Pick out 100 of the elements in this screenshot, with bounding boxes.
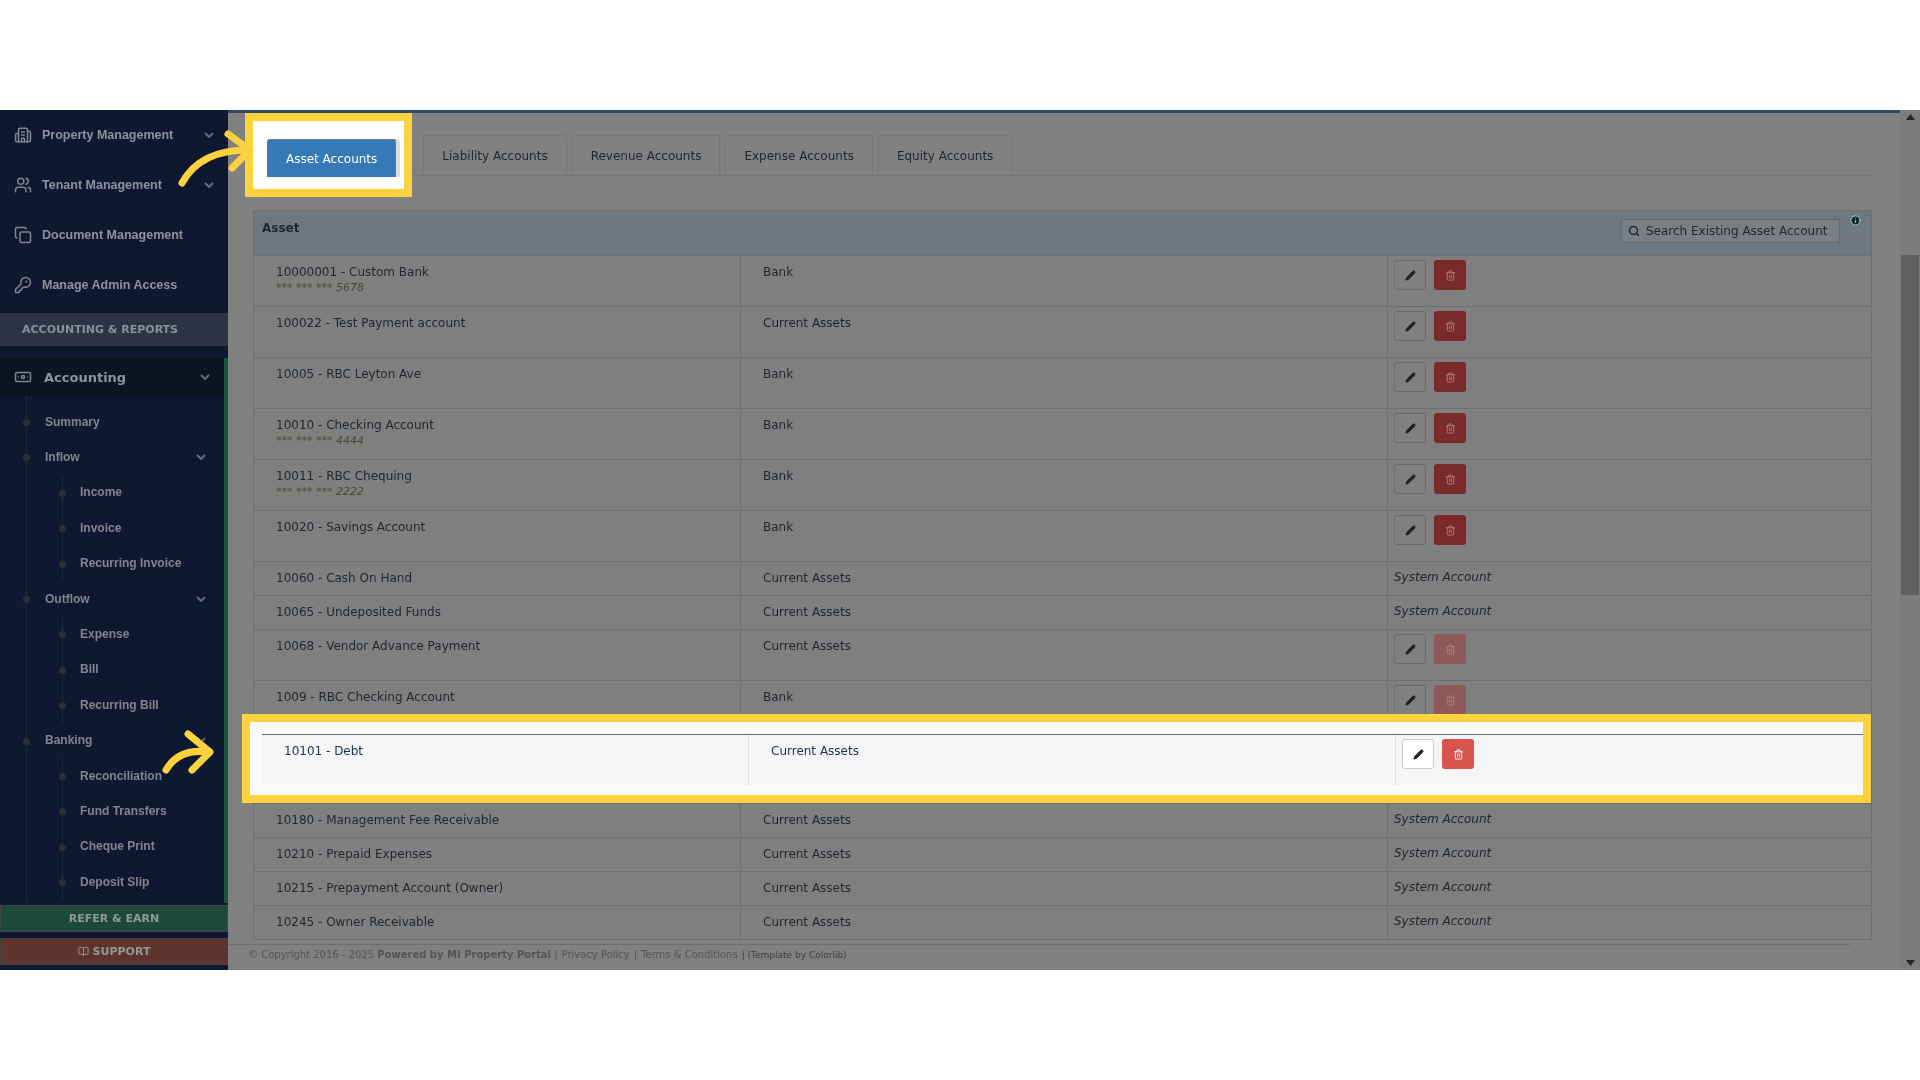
support-button[interactable]: SUPPORT [0, 938, 228, 966]
trash-icon [1444, 694, 1456, 706]
trash-icon [1444, 524, 1456, 536]
trash-icon [1444, 269, 1456, 281]
pencil-icon [1404, 269, 1416, 281]
sidebar-item[interactable]: Reconciliation [0, 757, 224, 794]
account-type: Bank [763, 520, 795, 534]
pencil-icon [1404, 694, 1416, 706]
sidebar-item[interactable]: Cheque Print [0, 828, 224, 865]
menu-icon [14, 176, 32, 194]
account-name: 10245 - Owner Receivable [276, 915, 436, 929]
scroll-up-icon [1905, 114, 1915, 120]
book-icon [77, 946, 89, 958]
system-account-label: System Account [1394, 604, 1493, 618]
account-type: Current Assets [763, 813, 852, 827]
masked-number: *** *** *** 2222 [276, 485, 365, 498]
masked-number: *** *** *** 4444 [276, 434, 365, 447]
system-account-label: System Account [1394, 914, 1493, 928]
sidebar-item[interactable]: Recurring Invoice [0, 545, 224, 581]
account-name: 10000001 - Custom Bank [276, 265, 430, 279]
menu-icon [14, 226, 32, 244]
account-name: 100022 - Test Payment account [276, 316, 467, 330]
header-title: Asset [262, 221, 300, 235]
system-account-label: System Account [1394, 570, 1493, 584]
trash-icon [1444, 422, 1456, 434]
account-type: Current Assets [771, 744, 860, 758]
search-icon [1628, 225, 1640, 237]
account-name: 10068 - Vendor Advance Payment [276, 639, 482, 653]
delete-button[interactable] [1434, 413, 1466, 443]
sidebar-item[interactable]: Income [0, 474, 224, 511]
account-name: 10101 - Debt [284, 744, 365, 758]
pencil-icon [1404, 422, 1416, 434]
delete-button[interactable] [1434, 311, 1466, 341]
scrollbar[interactable] [1900, 110, 1920, 970]
sidebar-item[interactable]: Fund Transfers [0, 793, 224, 829]
system-account-label: System Account [1394, 846, 1493, 860]
trash-icon [1444, 643, 1456, 655]
account-type: Bank [763, 265, 795, 279]
scroll-down-icon [1905, 960, 1915, 966]
account-type: Current Assets [763, 605, 852, 619]
sidebar-item[interactable]: Recurring Bill [0, 687, 224, 723]
delete-button[interactable] [1434, 260, 1466, 290]
account-type: Current Assets [763, 881, 852, 895]
separator-text: | [633, 949, 638, 960]
sidebar-item[interactable]: Outflow [0, 580, 224, 617]
account-name: 10210 - Prepaid Expenses [276, 847, 434, 861]
sidebar-item[interactable]: Deposit Slip [0, 864, 224, 900]
account-type: Current Assets [763, 847, 852, 861]
pencil-icon [1412, 748, 1424, 760]
delete-button[interactable] [1434, 515, 1466, 545]
sidebar-item[interactable]: Summary [0, 404, 224, 440]
masked-number: *** *** *** 5678 [276, 281, 365, 294]
sidebar-item[interactable]: Document Management [0, 210, 228, 260]
sidebar-item[interactable]: Property Management [0, 110, 228, 160]
account-name: 10020 - Savings Account [276, 520, 427, 534]
trash-icon [1444, 473, 1456, 485]
account-type: Current Assets [763, 571, 852, 585]
refer-button[interactable]: REFER & EARN [0, 905, 228, 933]
account-name: 10180 - Management Fee Receivable [276, 813, 501, 827]
menu-icon [14, 126, 32, 144]
system-account-label: System Account [1394, 880, 1493, 894]
delete-button[interactable] [1434, 362, 1466, 392]
tab[interactable]: Asset Accounts [267, 139, 397, 177]
sidebar-item[interactable]: Expense [0, 616, 224, 652]
scroll-thumb[interactable] [1901, 255, 1919, 595]
account-type: Current Assets [763, 316, 852, 330]
sidebar-item[interactable]: Inflow [0, 439, 224, 475]
sidebar-item[interactable]: Bill [0, 651, 224, 688]
sidebar-item[interactable]: Invoice [0, 510, 224, 546]
tab[interactable]: Liability Accounts [423, 135, 567, 175]
delete-button[interactable] [1442, 739, 1474, 769]
account-name: 10011 - RBC Chequing [276, 469, 413, 483]
delete-button[interactable] [1434, 464, 1466, 494]
account-name: 10005 - RBC Leyton Ave [276, 367, 423, 381]
trash-icon [1444, 371, 1456, 383]
account-name: 10010 - Checking Account [276, 418, 435, 432]
account-name: 10065 - Undeposited Funds [276, 605, 442, 619]
account-type: Bank [763, 367, 795, 381]
account-name: 10060 - Cash On Hand [276, 571, 413, 585]
section-title: ACCOUNTING & REPORTS [0, 313, 228, 346]
sidebar-item[interactable]: Banking [0, 722, 224, 758]
tab[interactable]: Revenue Accounts [571, 135, 721, 175]
account-type: Bank [763, 690, 795, 704]
sidebar-item[interactable]: Tenant Management [0, 160, 228, 210]
credit-text: | (Template by Colorlib) [741, 950, 847, 960]
tab[interactable]: Equity Accounts [877, 135, 1013, 175]
account-type: Bank [763, 469, 795, 483]
menu-icon [14, 276, 32, 294]
pencil-icon [1404, 524, 1416, 536]
trash-icon [1444, 320, 1456, 332]
account-name: 10215 - Prepayment Account (Owner) [276, 881, 505, 895]
trash-icon [1452, 748, 1464, 760]
info-icon [1850, 215, 1861, 226]
sidebar-group-header[interactable]: Accounting [0, 358, 224, 396]
tab[interactable]: Expense Accounts [725, 135, 873, 175]
search-field[interactable]: Search Existing Asset Account [1621, 219, 1840, 243]
sidebar-item[interactable]: Manage Admin Access [0, 260, 228, 310]
pencil-icon [1404, 371, 1416, 383]
pencil-icon [1404, 473, 1416, 485]
account-type: Current Assets [763, 639, 852, 653]
